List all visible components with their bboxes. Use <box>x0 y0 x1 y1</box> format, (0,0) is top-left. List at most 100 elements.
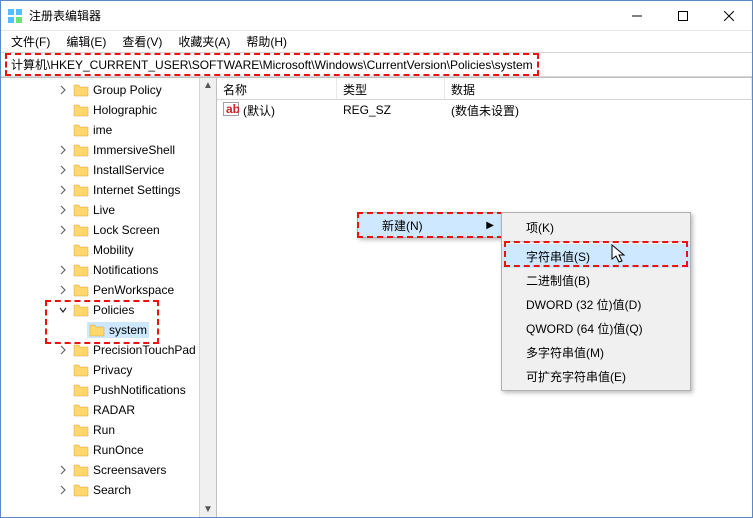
tree-item-label: RADAR <box>93 403 135 417</box>
value-name-cell: ab (默认) <box>217 102 337 119</box>
tree-item[interactable]: ime <box>1 120 216 140</box>
tree-item[interactable]: RADAR <box>1 400 216 420</box>
tree-toggle-icon[interactable] <box>73 324 85 336</box>
tree-toggle-icon[interactable] <box>57 204 69 216</box>
menu-edit[interactable]: 编辑(E) <box>58 31 114 52</box>
tree-item[interactable]: Privacy <box>1 360 216 380</box>
tree-toggle-icon[interactable] <box>57 384 69 396</box>
tree-item[interactable]: Group Policy <box>1 80 216 100</box>
tree-item-label: Notifications <box>93 263 158 277</box>
ctx-sub-dword[interactable]: DWORD (32 位)值(D) <box>502 292 690 316</box>
submenu-arrow-icon: ▶ <box>486 220 494 231</box>
tree-item-label: system <box>109 323 147 337</box>
tree-toggle-icon[interactable] <box>57 144 69 156</box>
tree-toggle-icon[interactable] <box>57 264 69 276</box>
ctx-new[interactable]: 新建(N) ▶ <box>358 213 502 237</box>
tree-item[interactable]: Live <box>1 200 216 220</box>
minimize-button[interactable] <box>614 1 660 30</box>
tree-item-label: PenWorkspace <box>93 283 174 297</box>
values-header: 名称 类型 数据 <box>217 78 752 100</box>
tree-item[interactable]: ImmersiveShell <box>1 140 216 160</box>
tree-toggle-icon[interactable] <box>57 424 69 436</box>
titlebar: 注册表编辑器 <box>1 1 752 31</box>
ctx-sub-qword[interactable]: QWORD (64 位)值(Q) <box>502 316 690 340</box>
window-buttons <box>614 1 752 30</box>
ctx-sub-multi[interactable]: 多字符串值(M) <box>502 340 690 364</box>
tree-item-label: Live <box>93 203 115 217</box>
scroll-up-icon: ▲ <box>203 80 213 91</box>
tree-item[interactable]: system <box>1 320 216 340</box>
col-name[interactable]: 名称 <box>217 78 337 99</box>
value-type: REG_SZ <box>337 103 445 117</box>
tree-toggle-icon[interactable] <box>57 464 69 476</box>
app-icon <box>7 8 23 24</box>
ctx-sub-string[interactable]: 字符串值(S) <box>502 244 690 268</box>
tree-item-label: ImmersiveShell <box>93 143 175 157</box>
tree-panel: Group Policy Holographic ime ImmersiveShell… <box>1 78 217 517</box>
value-name: (默认) <box>243 102 275 119</box>
tree-item[interactable]: Run <box>1 420 216 440</box>
menu-view[interactable]: 查看(V) <box>114 31 170 52</box>
context-submenu: 项(K) 字符串值(S) 二进制值(B) DWORD (32 位)值(D) QW… <box>501 212 691 391</box>
tree-item-label: Internet Settings <box>93 183 180 197</box>
tree-toggle-icon[interactable] <box>57 444 69 456</box>
tree-toggle-icon[interactable] <box>57 344 69 356</box>
tree-item-label: Run <box>93 423 115 437</box>
tree-item[interactable]: RunOnce <box>1 440 216 460</box>
tree-toggle-icon[interactable] <box>57 104 69 116</box>
tree-toggle-icon[interactable] <box>57 244 69 256</box>
window-title: 注册表编辑器 <box>29 7 614 24</box>
context-menu: 新建(N) ▶ <box>357 212 503 238</box>
values-panel: 名称 类型 数据 ab (默认) REG_SZ <box>217 78 752 517</box>
col-type[interactable]: 类型 <box>337 78 445 99</box>
tree-item-label: Holographic <box>93 103 157 117</box>
tree-item-label: RunOnce <box>93 443 144 457</box>
tree-item-label: ime <box>93 123 112 137</box>
tree-item-label: Privacy <box>93 363 132 377</box>
tree-item-label: Policies <box>93 303 134 317</box>
tree-item[interactable]: Holographic <box>1 100 216 120</box>
value-row[interactable]: ab (默认) REG_SZ (数值未设置) <box>217 100 752 120</box>
menu-file[interactable]: 文件(F) <box>3 31 58 52</box>
tree-item[interactable]: Mobility <box>1 240 216 260</box>
tree-item[interactable]: Search <box>1 480 216 500</box>
tree-item[interactable]: Internet Settings <box>1 180 216 200</box>
tree-item[interactable]: PrecisionTouchPad <box>1 340 216 360</box>
tree-inner: Group Policy Holographic ime ImmersiveShell… <box>1 78 216 500</box>
ctx-sub-key[interactable]: 项(K) <box>502 215 690 239</box>
tree-item[interactable]: InstallService <box>1 160 216 180</box>
scroll-down-icon: ▼ <box>203 504 213 515</box>
maximize-button[interactable] <box>660 1 706 30</box>
tree-toggle-icon[interactable] <box>57 484 69 496</box>
tree-toggle-icon[interactable] <box>57 84 69 96</box>
tree-scrollbar[interactable]: ▲ ▼ <box>199 78 216 517</box>
address-path[interactable]: 计算机\HKEY_CURRENT_USER\SOFTWARE\Microsoft… <box>5 53 539 76</box>
ctx-sub-binary[interactable]: 二进制值(B) <box>502 268 690 292</box>
tree-toggle-icon[interactable] <box>57 164 69 176</box>
col-data[interactable]: 数据 <box>445 78 752 99</box>
tree-toggle-icon[interactable] <box>57 304 69 316</box>
tree-item[interactable]: PenWorkspace <box>1 280 216 300</box>
tree-toggle-icon[interactable] <box>57 124 69 136</box>
tree-toggle-icon[interactable] <box>57 184 69 196</box>
tree-item[interactable]: Notifications <box>1 260 216 280</box>
tree-item-label: Screensavers <box>93 463 166 477</box>
tree-toggle-icon[interactable] <box>57 224 69 236</box>
addressbar: 计算机\HKEY_CURRENT_USER\SOFTWARE\Microsoft… <box>1 53 752 77</box>
string-value-icon: ab <box>223 102 239 119</box>
menu-help[interactable]: 帮助(H) <box>238 31 295 52</box>
ctx-new-label: 新建(N) <box>382 217 423 234</box>
tree-toggle-icon[interactable] <box>57 364 69 376</box>
close-button[interactable] <box>706 1 752 30</box>
ctx-sub-expand[interactable]: 可扩充字符串值(E) <box>502 364 690 388</box>
menu-favorites[interactable]: 收藏夹(A) <box>170 31 238 52</box>
tree-item[interactable]: Policies <box>1 300 216 320</box>
tree-toggle-icon[interactable] <box>57 284 69 296</box>
tree-toggle-icon[interactable] <box>57 404 69 416</box>
tree-item[interactable]: Lock Screen <box>1 220 216 240</box>
tree-item-label: Group Policy <box>93 83 162 97</box>
tree-item[interactable]: Screensavers <box>1 460 216 480</box>
tree-item[interactable]: PushNotifications <box>1 380 216 400</box>
svg-text:ab: ab <box>226 102 239 116</box>
tree-item-label: PrecisionTouchPad <box>93 343 196 357</box>
